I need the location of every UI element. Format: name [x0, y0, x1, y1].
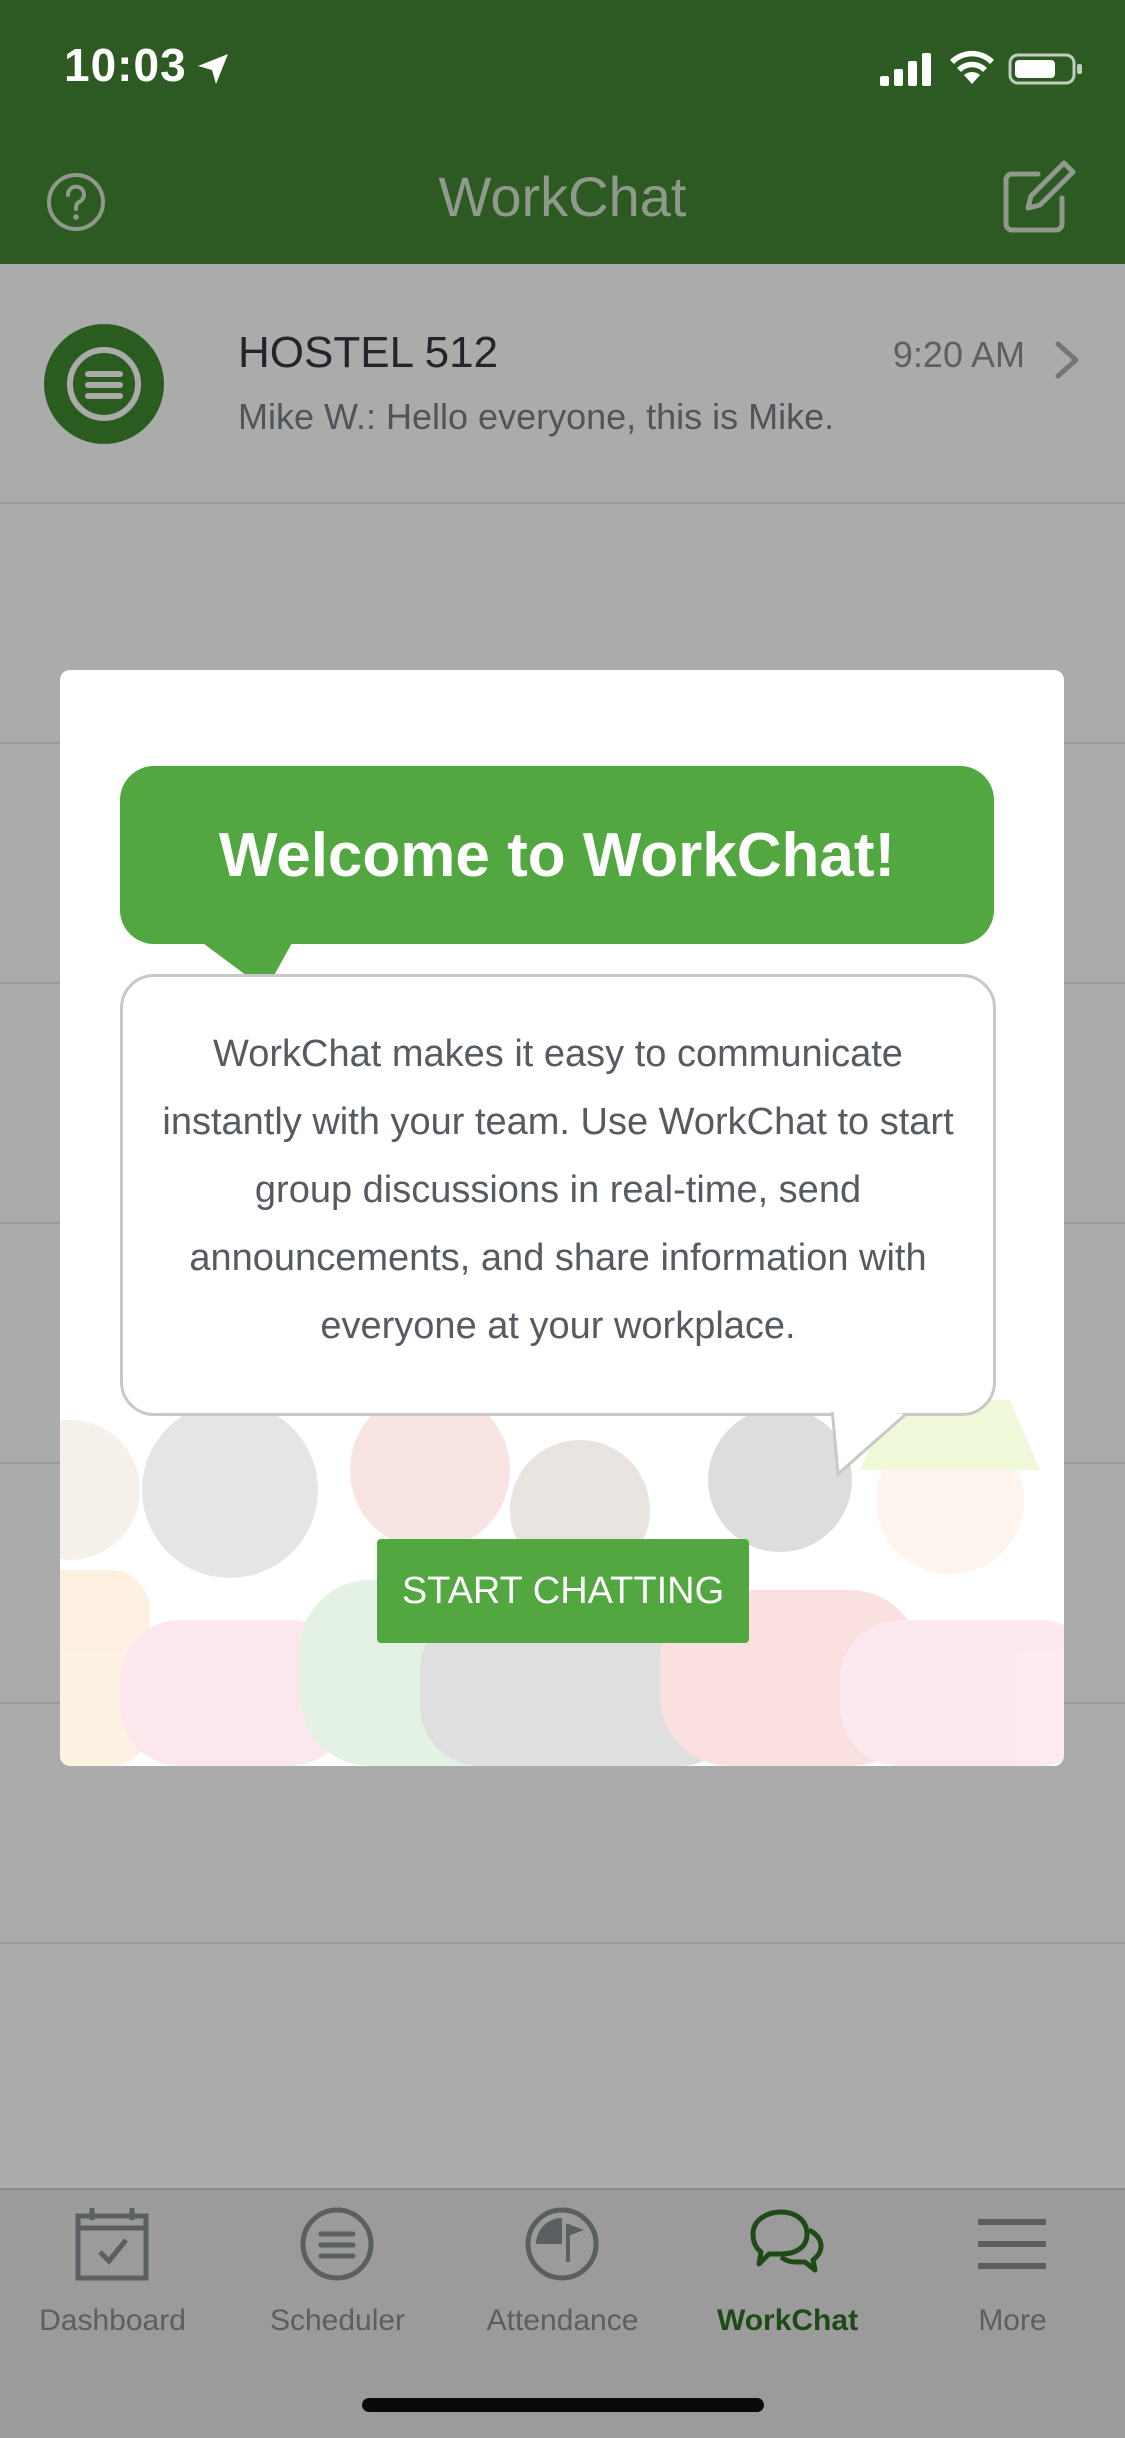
navigation-bar: WorkChat [0, 140, 1125, 264]
tab-label: Dashboard [39, 2304, 186, 2337]
welcome-description: WorkChat makes it easy to communicate in… [162, 1033, 954, 1347]
compose-icon[interactable] [998, 158, 1078, 238]
home-indicator[interactable] [362, 2398, 764, 2412]
battery-icon [1008, 53, 1082, 85]
calendar-check-icon [75, 2208, 149, 2281]
tab-label: Attendance [486, 2304, 639, 2337]
speech-tail [830, 1408, 950, 1478]
welcome-title: Welcome to WorkChat! [218, 820, 896, 890]
tab-workchat[interactable]: WorkChat [675, 2190, 900, 2390]
wifi-icon [950, 50, 994, 84]
tab-label: WorkChat [716, 2304, 859, 2337]
tab-more[interactable]: More [900, 2190, 1125, 2390]
tab-label: Scheduler [269, 2304, 406, 2337]
page-title: WorkChat [438, 165, 687, 228]
status-time: 10:03 [64, 39, 187, 91]
chat-bubbles-icon [750, 2209, 824, 2273]
menu-icon [978, 2219, 1046, 2269]
tab-dashboard[interactable]: Dashboard [0, 2190, 225, 2390]
cellular-signal-icon [880, 53, 931, 86]
start-chatting-button[interactable]: START CHATTING [377, 1539, 749, 1643]
location-arrow-icon [198, 54, 228, 84]
clock-flag-icon [525, 2207, 599, 2281]
tab-attendance[interactable]: Attendance [450, 2190, 675, 2390]
status-bar: 10:03 [0, 0, 1125, 140]
scheduler-icon [300, 2207, 374, 2281]
tab-scheduler[interactable]: Scheduler [225, 2190, 450, 2390]
tab-label: More [978, 2304, 1047, 2337]
welcome-modal: Welcome to WorkChat! WorkChat makes it e… [60, 670, 1064, 1766]
